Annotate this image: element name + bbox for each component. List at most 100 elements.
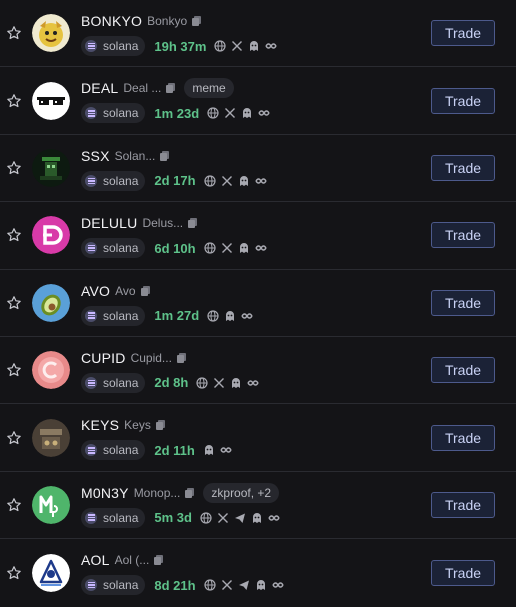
- x-icon[interactable]: [231, 40, 243, 52]
- x-icon[interactable]: [221, 579, 233, 591]
- copy-icon[interactable]: [160, 150, 170, 161]
- x-icon[interactable]: [217, 512, 229, 524]
- link-icon[interactable]: [258, 107, 270, 119]
- globe-icon[interactable]: [200, 512, 212, 524]
- token-symbol: KEYS: [81, 417, 120, 434]
- star-icon[interactable]: [6, 362, 22, 378]
- globe-icon[interactable]: [203, 579, 216, 591]
- copy-icon[interactable]: [192, 16, 202, 26]
- chain-badge: solana: [81, 440, 146, 461]
- ghost-icon[interactable]: [230, 377, 242, 389]
- chain-label: solana: [103, 375, 139, 390]
- token-avatar: [32, 418, 70, 457]
- star-icon[interactable]: [6, 227, 22, 243]
- token-row[interactable]: CUPID Cupid... solana 2d 8h Trade: [0, 337, 516, 405]
- token-row[interactable]: M0N3Y Monop... zkproof, +2 solana 5m 3d: [0, 472, 516, 540]
- star-icon[interactable]: [6, 430, 22, 446]
- link-icon[interactable]: [268, 512, 280, 524]
- star-icon[interactable]: [6, 497, 22, 513]
- link-icon[interactable]: [254, 175, 267, 187]
- ghost-icon[interactable]: [255, 579, 267, 591]
- star-icon[interactable]: [6, 565, 22, 581]
- solana-icon: [85, 40, 97, 52]
- token-row[interactable]: KEYS Keys solana 2d 11h Trade: [0, 404, 516, 472]
- trade-button[interactable]: Trade: [431, 559, 495, 586]
- ghost-icon[interactable]: [224, 310, 236, 322]
- token-avatar: [32, 283, 70, 322]
- solana-icon: [85, 444, 97, 457]
- copy-icon[interactable]: [166, 83, 176, 94]
- copy-icon[interactable]: [140, 285, 150, 296]
- token-age: 6d 10h: [154, 240, 196, 256]
- token-row[interactable]: DELULU Delus... solana 6d 10h Trade: [0, 202, 516, 270]
- trade-button[interactable]: Trade: [431, 424, 495, 451]
- token-row[interactable]: DEAL Deal ... meme solana 1m 23d Trade: [0, 67, 516, 135]
- token-row[interactable]: AVO Avo solana 1m 27d Trade: [0, 270, 516, 337]
- copy-icon[interactable]: [188, 218, 198, 229]
- x-icon[interactable]: [221, 175, 233, 187]
- token-symbol: DEAL: [81, 80, 119, 97]
- chain-badge: solana: [81, 170, 146, 191]
- social-links: [203, 242, 267, 254]
- token-name: Solan...: [114, 148, 156, 163]
- x-icon[interactable]: [213, 377, 225, 389]
- trade-button[interactable]: Trade: [431, 222, 495, 249]
- token-row[interactable]: SSX Solan... solana 2d 17h Trade: [0, 135, 516, 203]
- x-icon[interactable]: [221, 242, 233, 254]
- trade-button[interactable]: Trade: [431, 154, 495, 181]
- trade-button[interactable]: Trade: [431, 357, 495, 384]
- copy-icon[interactable]: [154, 555, 164, 566]
- star-icon[interactable]: [6, 93, 22, 109]
- ghost-icon[interactable]: [203, 444, 215, 456]
- token-age: 2d 8h: [154, 375, 189, 391]
- token-name: Monop...: [133, 485, 181, 500]
- token-symbol: AOL: [81, 552, 110, 569]
- ghost-icon[interactable]: [241, 107, 253, 119]
- star-icon[interactable]: [6, 295, 22, 311]
- token-row[interactable]: AOL Aol (... solana 8d 21h Trade: [0, 539, 516, 606]
- globe-icon[interactable]: [207, 107, 219, 119]
- token-name: Avo: [115, 283, 136, 298]
- token-age: 19h 37m: [154, 38, 207, 54]
- globe-icon[interactable]: [207, 309, 219, 322]
- ghost-icon[interactable]: [238, 242, 250, 254]
- ghost-icon[interactable]: [248, 40, 260, 52]
- globe-icon[interactable]: [196, 377, 208, 389]
- globe-icon[interactable]: [203, 175, 216, 187]
- link-icon[interactable]: [241, 310, 253, 322]
- globe-icon[interactable]: [214, 40, 227, 52]
- copy-icon[interactable]: [155, 420, 165, 431]
- ghost-icon[interactable]: [238, 175, 250, 187]
- trade-button[interactable]: Trade: [431, 87, 495, 114]
- token-age: 1m 27d: [154, 308, 200, 324]
- globe-icon[interactable]: [203, 242, 216, 254]
- trade-button[interactable]: Trade: [431, 289, 495, 316]
- token-avatar: [32, 351, 70, 390]
- solana-icon: [85, 579, 97, 592]
- token-name: Keys: [124, 418, 151, 433]
- token-name: Delus...: [142, 216, 184, 231]
- token-list: BONKYO Bonkyo solana 19h 37m Trade DEAL …: [0, 0, 516, 607]
- star-icon[interactable]: [6, 160, 22, 176]
- chain-label: solana: [103, 173, 139, 188]
- trade-button[interactable]: Trade: [431, 20, 495, 47]
- telegram-icon[interactable]: [238, 579, 250, 591]
- star-icon[interactable]: [6, 25, 22, 41]
- link-icon[interactable]: [247, 377, 259, 389]
- chain-label: solana: [103, 308, 139, 323]
- link-icon[interactable]: [271, 579, 284, 591]
- link-icon[interactable]: [220, 444, 232, 456]
- telegram-icon[interactable]: [234, 512, 246, 524]
- token-row[interactable]: BONKYO Bonkyo solana 19h 37m Trade: [0, 0, 516, 68]
- copy-icon[interactable]: [176, 352, 186, 363]
- x-icon[interactable]: [224, 107, 236, 119]
- copy-icon[interactable]: [185, 487, 195, 498]
- token-avatar: [32, 553, 70, 592]
- link-icon[interactable]: [254, 242, 267, 254]
- chain-label: solana: [103, 106, 139, 121]
- ghost-icon[interactable]: [251, 512, 263, 524]
- link-icon[interactable]: [265, 40, 278, 52]
- solana-icon: [85, 107, 97, 120]
- solana-icon: [85, 174, 97, 187]
- trade-button[interactable]: Trade: [431, 491, 495, 518]
